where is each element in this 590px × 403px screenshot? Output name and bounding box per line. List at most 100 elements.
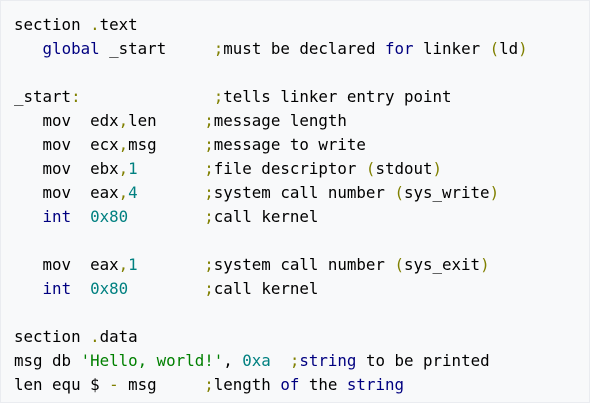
- code-token: 0x80: [90, 279, 129, 298]
- code-token: ;: [204, 255, 214, 274]
- code-token: string: [346, 375, 404, 394]
- code-token: ,: [118, 255, 129, 274]
- code-line: global _start ;must be declared for link…: [14, 37, 576, 61]
- code-token: ,: [223, 351, 243, 370]
- code-token: data: [99, 327, 138, 346]
- code-token: the: [299, 375, 347, 394]
- code-token: ld: [499, 39, 519, 58]
- code-token: system call number: [213, 255, 395, 274]
- code-line: _start: ;tells linker entry point: [14, 85, 576, 109]
- code-token: mov ecx: [14, 135, 119, 154]
- code-line: mov ecx,msg ;message to write: [14, 133, 576, 157]
- code-line: section .data: [14, 325, 576, 349]
- code-line: len equ $ - msg ;length of the string: [14, 373, 576, 397]
- code-token: 0xa: [242, 351, 271, 370]
- code-token: ): [489, 183, 500, 202]
- code-line: mov eax,4 ;system call number (sys_write…: [14, 181, 576, 205]
- code-token: message length: [213, 111, 347, 130]
- code-token: stdout: [375, 159, 433, 178]
- code-token: file descriptor: [213, 159, 366, 178]
- code-token: mov eax: [14, 183, 119, 202]
- code-token: 0x80: [90, 207, 129, 226]
- code-token: 4: [128, 183, 138, 202]
- code-token: mov edx: [14, 111, 119, 130]
- code-token: (: [489, 39, 500, 58]
- code-token: string: [299, 351, 357, 370]
- code-line: mov edx,len ;message length: [14, 109, 576, 133]
- code-token: to be printed: [356, 351, 490, 370]
- code-token: section: [14, 327, 91, 346]
- code-token: ;: [213, 87, 224, 106]
- code-token: call kernel: [213, 279, 319, 298]
- code-token: sys_write: [403, 183, 490, 202]
- code-token: ;: [213, 39, 224, 58]
- code-token: (: [394, 183, 404, 202]
- code-token: ;: [289, 351, 300, 370]
- code-token: for: [384, 39, 414, 58]
- code-token: mov eax: [14, 255, 119, 274]
- code-token: ,: [118, 135, 129, 154]
- code-token: msg: [128, 135, 205, 154]
- code-token: .: [90, 327, 100, 346]
- code-token: ;: [204, 207, 214, 226]
- code-token: msg: [118, 375, 205, 394]
- code-token: int: [42, 279, 72, 298]
- code-token: text: [99, 15, 138, 34]
- code-token: of: [280, 375, 300, 394]
- code-token: (: [365, 159, 376, 178]
- code-line: section .text: [14, 13, 576, 37]
- code-token: message to write: [213, 135, 366, 154]
- code-token: 1: [128, 255, 138, 274]
- code-token: ): [480, 255, 490, 274]
- code-token: tells linker entry point: [223, 87, 452, 106]
- code-token: call kernel: [213, 207, 319, 226]
- code-token: system call number: [213, 183, 395, 202]
- code-line: int 0x80 ;call kernel: [14, 277, 576, 301]
- code-token: linker: [413, 39, 490, 58]
- code-token: :: [71, 87, 81, 106]
- code-token: ): [518, 39, 528, 58]
- code-token: (: [394, 255, 404, 274]
- code-token: len: [128, 111, 205, 130]
- code-token: 1: [128, 159, 138, 178]
- code-token: len equ $: [14, 375, 110, 394]
- code-line: msg db 'Hello, world!', 0xa ;string to b…: [14, 349, 576, 373]
- code-line: mov eax,1 ;system call number (sys_exit): [14, 253, 576, 277]
- code-token: ,: [118, 183, 129, 202]
- code-token: mov ebx: [14, 159, 119, 178]
- code-token: msg db: [14, 351, 81, 370]
- code-token: section: [14, 15, 91, 34]
- code-token: int: [42, 207, 72, 226]
- code-token: global: [42, 39, 100, 58]
- code-token: 'Hello, world!': [80, 351, 224, 370]
- code-token: length: [213, 375, 281, 394]
- code-token: _start: [14, 87, 72, 106]
- code-token: ;: [204, 375, 214, 394]
- code-token: ;: [204, 111, 214, 130]
- code-token: _start: [99, 39, 214, 58]
- code-token: ,: [118, 111, 129, 130]
- code-token: -: [109, 375, 119, 394]
- code-line: int 0x80 ;call kernel: [14, 205, 576, 229]
- code-line: mov ebx,1 ;file descriptor (stdout): [14, 157, 576, 181]
- code-block: section .text global _start ;must be dec…: [1, 1, 589, 397]
- code-token: ,: [118, 159, 129, 178]
- code-token: ;: [204, 135, 214, 154]
- code-token: ;: [204, 279, 214, 298]
- code-token: must be declared: [223, 39, 385, 58]
- code-token: ;: [204, 183, 214, 202]
